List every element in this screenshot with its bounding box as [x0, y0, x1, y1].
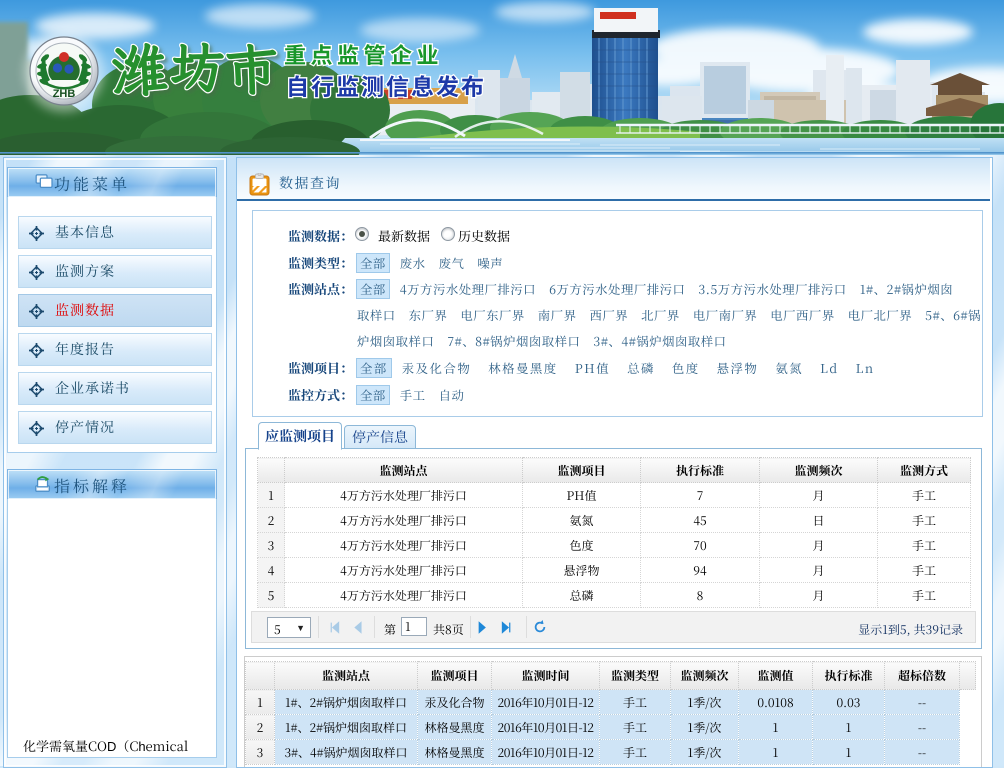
svg-text:重点监管企业: 重点监管企业	[284, 38, 443, 70]
svg-text:坊: 坊	[169, 30, 225, 103]
svg-text:ZHB: ZHB	[53, 88, 76, 100]
svg-text:潍: 潍	[109, 30, 169, 107]
svg-text:自行监测信息发布: 自行监测信息发布	[286, 68, 486, 102]
svg-text:市: 市	[224, 33, 279, 105]
